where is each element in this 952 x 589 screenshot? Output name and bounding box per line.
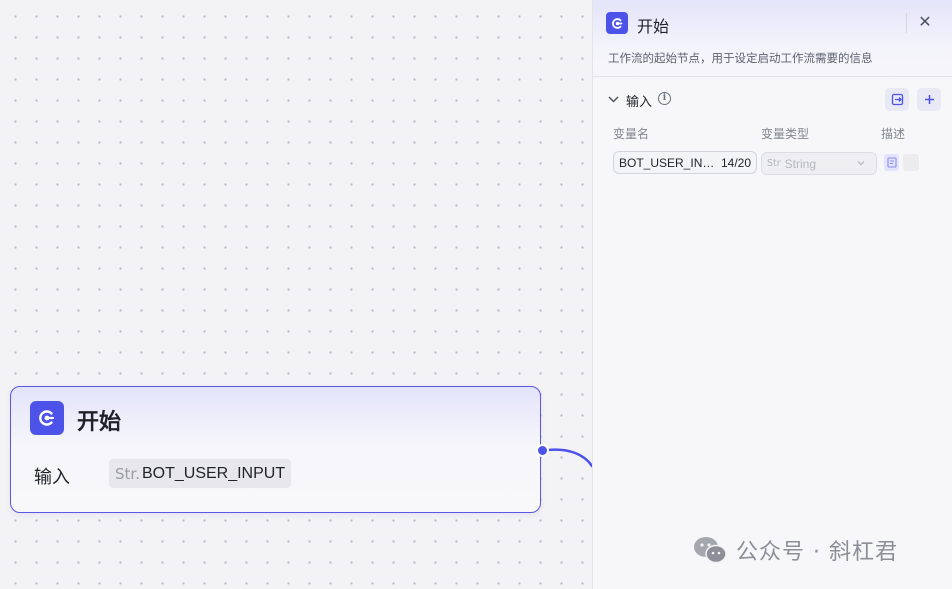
panel-description: 工作流的起始节点，用于设定启动工作流需要的信息	[608, 51, 873, 65]
variable-name-field[interactable]: BOT_USER_IN… 14/20	[613, 151, 757, 174]
type-badge: Str	[767, 158, 781, 169]
description-placeholder[interactable]	[903, 154, 919, 171]
variable-type-select[interactable]: Str String	[761, 152, 877, 175]
variable-name-value: BOT_USER_IN…	[619, 155, 715, 170]
input-section-title: 输入	[626, 95, 653, 110]
panel-header: 开始 ✕ 工作流的起始节点，用于设定启动工作流需要的信息	[593, 0, 952, 77]
variable-type-badge: Str.	[115, 464, 140, 483]
chevron-down-icon[interactable]	[606, 92, 620, 106]
column-header-type: 变量类型	[761, 127, 810, 141]
variable-name: BOT_USER_INPUT	[141, 464, 286, 482]
wechat-icon	[694, 537, 727, 564]
column-header-desc: 描述	[881, 127, 906, 141]
node-settings-panel: 开始 ✕ 工作流的起始节点，用于设定启动工作流需要的信息 输入 i 变量名 变量…	[592, 0, 952, 589]
watermark-text: 公众号 · 斜杠君	[736, 540, 898, 565]
node-input-variable: Str. BOT_USER_INPUT	[109, 459, 292, 488]
info-icon[interactable]: i	[658, 92, 671, 105]
workflow-start-icon	[606, 12, 628, 34]
panel-title: 开始	[637, 17, 670, 36]
column-header-name: 变量名	[613, 127, 650, 141]
type-value: String	[784, 156, 817, 171]
watermark: 公众号 · 斜杠君	[692, 532, 898, 568]
node-input-label: 输入	[34, 467, 70, 488]
chevron-down-icon	[857, 161, 865, 166]
output-port[interactable]	[536, 444, 549, 457]
export-button[interactable]	[885, 88, 909, 111]
node-title: 开始	[77, 410, 122, 435]
close-icon[interactable]: ✕	[915, 12, 935, 32]
note-icon[interactable]	[884, 154, 899, 171]
header-divider	[906, 13, 907, 33]
add-variable-button[interactable]	[917, 88, 941, 111]
variable-name-count: 14/20	[720, 155, 751, 170]
plus-icon	[924, 95, 934, 104]
export-icon	[891, 93, 903, 106]
workflow-start-icon	[30, 401, 64, 435]
connection-edge	[546, 448, 594, 468]
start-node[interactable]: 开始 输入 Str. BOT_USER_INPUT	[10, 386, 541, 513]
